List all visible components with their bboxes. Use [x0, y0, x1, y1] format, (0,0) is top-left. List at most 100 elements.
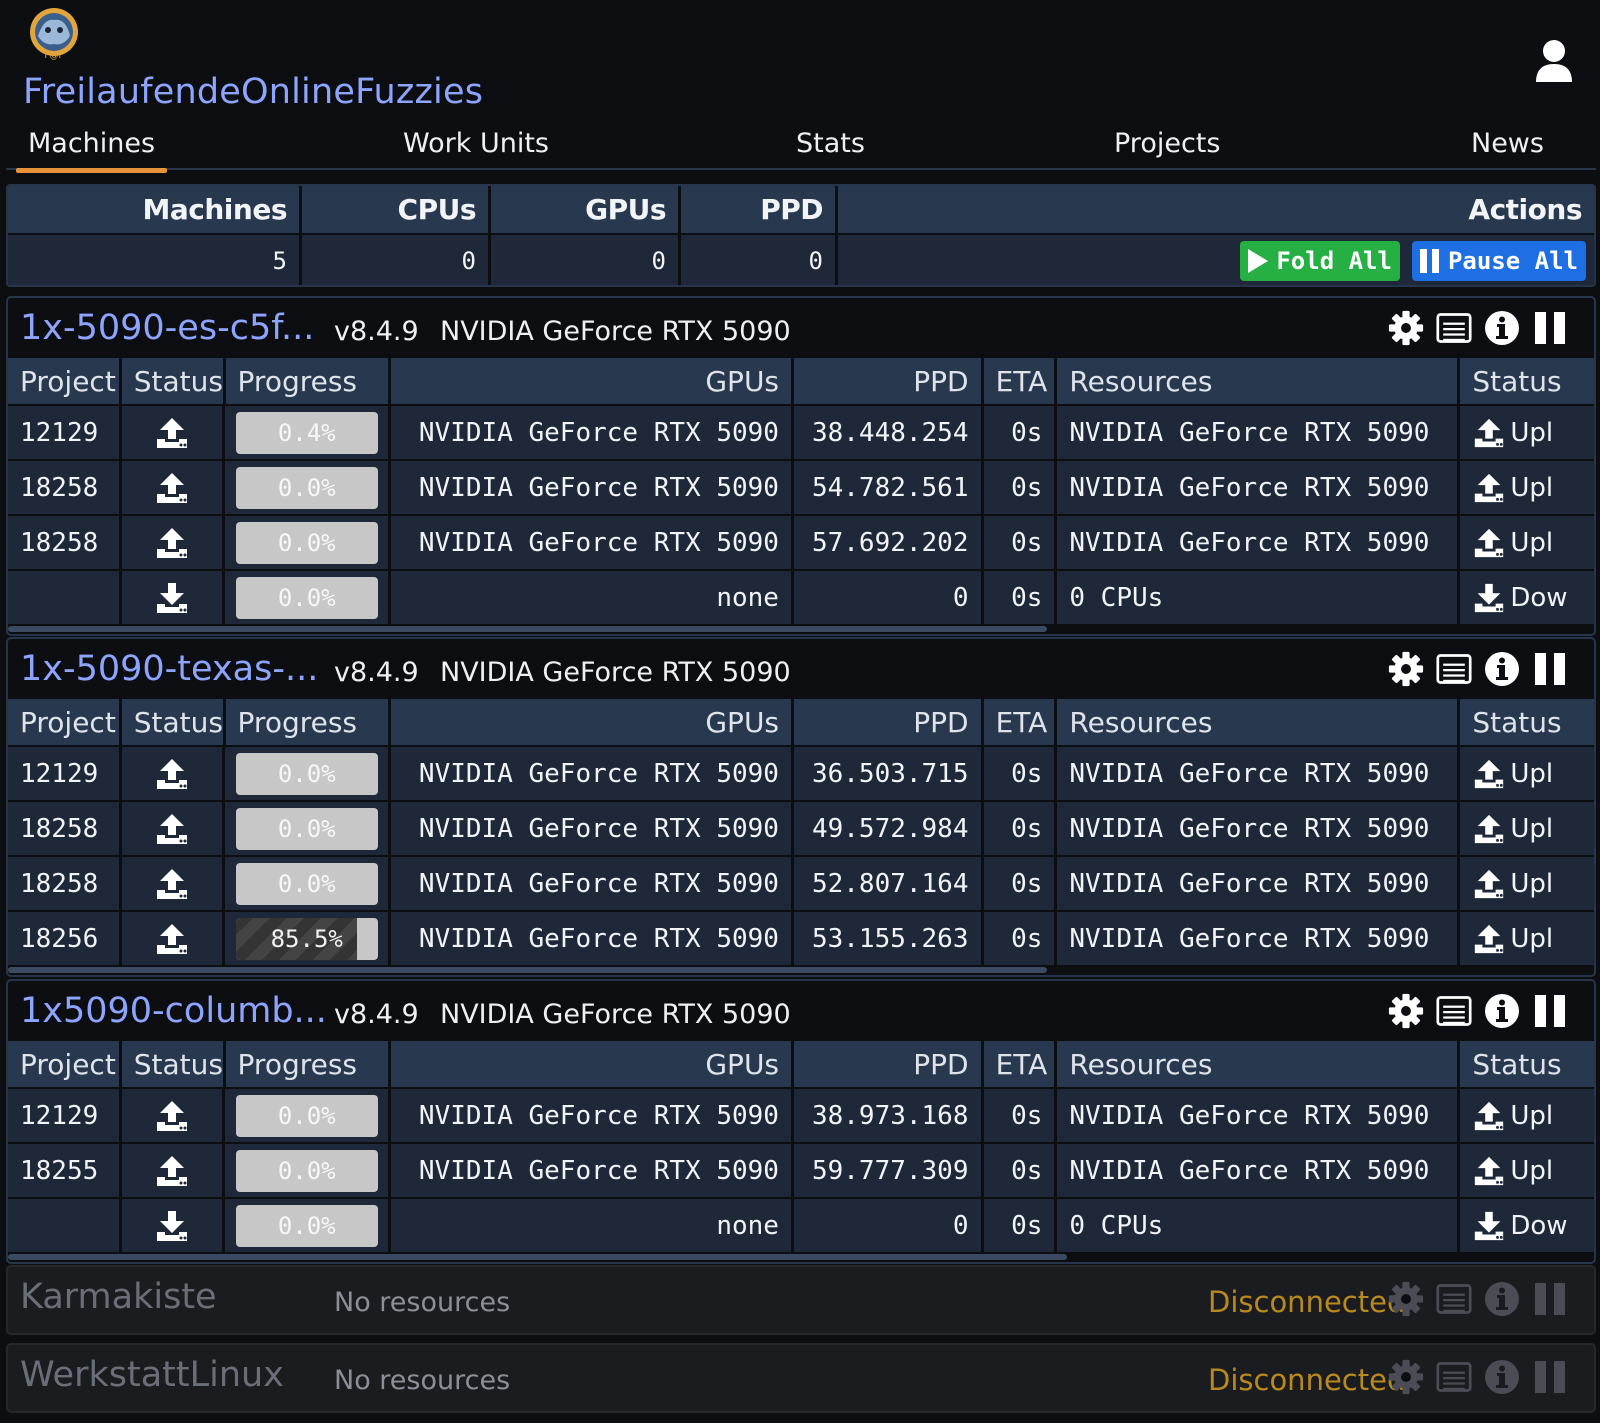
tab-machines[interactable]: Machines — [15, 128, 168, 173]
log-list-icon — [1436, 1284, 1472, 1314]
col-status2-header[interactable]: Status — [1460, 358, 1594, 404]
col-gpus-header[interactable]: GPUs — [391, 699, 795, 745]
col-resources-header[interactable]: Resources — [1057, 699, 1461, 745]
col-gpus-header[interactable]: GPUs — [391, 1041, 795, 1087]
user-account-icon[interactable] — [1534, 38, 1574, 84]
resources-cell: NVIDIA GeForce RTX 5090 — [1057, 516, 1461, 569]
machine-pause-button[interactable] — [1532, 991, 1568, 1031]
tab-news[interactable]: News — [1471, 128, 1544, 159]
progress-text: 0.0% — [277, 1101, 336, 1130]
progress-text: 0.4% — [277, 418, 336, 447]
machine-pause-button[interactable] — [1532, 1357, 1568, 1397]
progress-text: 0.0% — [277, 869, 336, 898]
resources-cell: NVIDIA GeForce RTX 5090 — [1057, 912, 1461, 965]
col-eta-header[interactable]: ETA — [984, 699, 1058, 745]
upload-icon — [1475, 759, 1504, 788]
fold-all-button[interactable]: Fold All — [1240, 241, 1400, 281]
col-progress-header[interactable]: Progress — [226, 699, 392, 745]
machine-name[interactable]: 1x-5090-texas-... — [20, 649, 318, 689]
machine-info-button[interactable] — [1484, 649, 1520, 689]
horizontal-scrollbar[interactable] — [8, 965, 1594, 975]
eta-cell: 0s — [984, 747, 1058, 800]
col-project-header[interactable]: Project — [8, 1041, 122, 1087]
col-status-header[interactable]: Status — [122, 1041, 226, 1087]
status2-text: Upl — [1510, 1100, 1554, 1131]
progress-bar: 0.0% — [235, 1204, 378, 1247]
site-title[interactable]: FreilaufendeOnlineFuzzies — [23, 72, 483, 112]
machine-info-button[interactable] — [1484, 308, 1520, 348]
machine-log-button[interactable] — [1436, 991, 1472, 1031]
work-unit-row[interactable]: 0.0% none 0 0s 0 CPUs Dow — [8, 1197, 1594, 1252]
work-unit-row[interactable]: 0.0% none 0 0s 0 CPUs Dow — [8, 569, 1594, 624]
work-unit-row[interactable]: 18258 0.0% NVIDIA GeForce RTX 5090 57.692.… — [8, 514, 1594, 569]
tab-work-units[interactable]: Work Units — [403, 128, 549, 159]
col-status2-header[interactable]: Status — [1460, 1041, 1594, 1087]
col-progress-header[interactable]: Progress — [226, 1041, 392, 1087]
progress-text: 0.0% — [277, 1156, 336, 1185]
col-eta-header[interactable]: ETA — [984, 358, 1058, 404]
summary-ppd-value: 0 — [681, 235, 838, 285]
col-ppd-header[interactable]: PPD — [794, 699, 984, 745]
work-unit-row[interactable]: 18256 85.5% NVIDIA GeForce RTX 5090 53.155… — [8, 910, 1594, 965]
pause-all-button[interactable]: Pause All — [1411, 241, 1586, 281]
machine-settings-button[interactable] — [1388, 991, 1424, 1031]
machine-pause-button[interactable] — [1532, 649, 1568, 689]
col-status-header[interactable]: Status — [122, 699, 226, 745]
project-cell: 18258 — [8, 461, 122, 514]
work-unit-row[interactable]: 18255 0.0% NVIDIA GeForce RTX 5090 59.777.… — [8, 1142, 1594, 1197]
machine-name[interactable]: WerkstattLinux — [20, 1355, 284, 1395]
col-project-header[interactable]: Project — [8, 699, 122, 745]
tab-projects[interactable]: Projects — [1114, 128, 1220, 159]
col-ppd-header[interactable]: PPD — [794, 1041, 984, 1087]
machine-settings-button[interactable] — [1388, 649, 1424, 689]
scrollbar-thumb[interactable] — [8, 967, 1047, 973]
scrollbar-thumb[interactable] — [8, 626, 1047, 632]
team-logo-icon[interactable]: F@F — [24, 6, 84, 62]
work-unit-row[interactable]: 18258 0.0% NVIDIA GeForce RTX 5090 54.782.… — [8, 459, 1594, 514]
machine-name[interactable]: 1x-5090-es-c5f... — [20, 308, 314, 348]
work-unit-row[interactable]: 12129 0.0% NVIDIA GeForce RTX 5090 38.973.… — [8, 1087, 1594, 1142]
col-resources-header[interactable]: Resources — [1057, 358, 1461, 404]
col-status-header[interactable]: Status — [122, 358, 226, 404]
work-unit-row[interactable]: 18258 0.0% NVIDIA GeForce RTX 5090 52.807.… — [8, 855, 1594, 910]
eta-cell: 0s — [984, 857, 1058, 910]
col-progress-header[interactable]: Progress — [226, 358, 392, 404]
col-ppd-header[interactable]: PPD — [794, 358, 984, 404]
upload-icon — [157, 1100, 188, 1131]
machine-settings-button[interactable] — [1388, 1357, 1424, 1397]
machine-log-button[interactable] — [1436, 1357, 1472, 1397]
col-resources-header[interactable]: Resources — [1057, 1041, 1461, 1087]
summary-header-row: Machines CPUs GPUs PPD Actions — [8, 186, 1594, 233]
work-unit-row[interactable]: 12129 0.4% NVIDIA GeForce RTX 5090 38.448.… — [8, 404, 1594, 459]
machine-name[interactable]: Karmakiste — [20, 1277, 217, 1317]
machine-pause-button[interactable] — [1532, 1279, 1568, 1319]
machine-name[interactable]: 1x5090-columb... — [20, 991, 327, 1031]
machine-log-button[interactable] — [1436, 308, 1472, 348]
col-eta-header[interactable]: ETA — [984, 1041, 1058, 1087]
horizontal-scrollbar[interactable] — [8, 624, 1594, 634]
tab-stats[interactable]: Stats — [796, 128, 865, 159]
machine-info-button[interactable] — [1484, 991, 1520, 1031]
col-status2-header[interactable]: Status — [1460, 699, 1594, 745]
machine-info-button[interactable] — [1484, 1279, 1520, 1319]
work-unit-row[interactable]: 12129 0.0% NVIDIA GeForce RTX 5090 36.503.… — [8, 745, 1594, 800]
col-project-header[interactable]: Project — [8, 358, 122, 404]
machine-log-button[interactable] — [1436, 1279, 1472, 1319]
machine-panel: 1x-5090-es-c5f... v8.4.9 NVIDIA GeForce RT… — [6, 296, 1596, 636]
machine-pause-button[interactable] — [1532, 308, 1568, 348]
machine-settings-button[interactable] — [1388, 308, 1424, 348]
col-gpus-header[interactable]: GPUs — [391, 358, 795, 404]
horizontal-scrollbar[interactable] — [8, 1252, 1594, 1262]
eta-cell: 0s — [984, 802, 1058, 855]
machine-gpu: NVIDIA GeForce RTX 5090 — [440, 657, 791, 688]
work-unit-row[interactable]: 18258 0.0% NVIDIA GeForce RTX 5090 49.572.… — [8, 800, 1594, 855]
download-icon — [157, 582, 188, 613]
machine-settings-button[interactable] — [1388, 1279, 1424, 1319]
machine-info-button[interactable] — [1484, 1357, 1520, 1397]
resources-cell: NVIDIA GeForce RTX 5090 — [1057, 1144, 1461, 1197]
machine-log-button[interactable] — [1436, 649, 1472, 689]
status-cell — [122, 802, 226, 855]
scrollbar-thumb[interactable] — [8, 1254, 1068, 1260]
progress-text: 0.0% — [277, 583, 336, 612]
eta-cell: 0s — [984, 1089, 1058, 1142]
